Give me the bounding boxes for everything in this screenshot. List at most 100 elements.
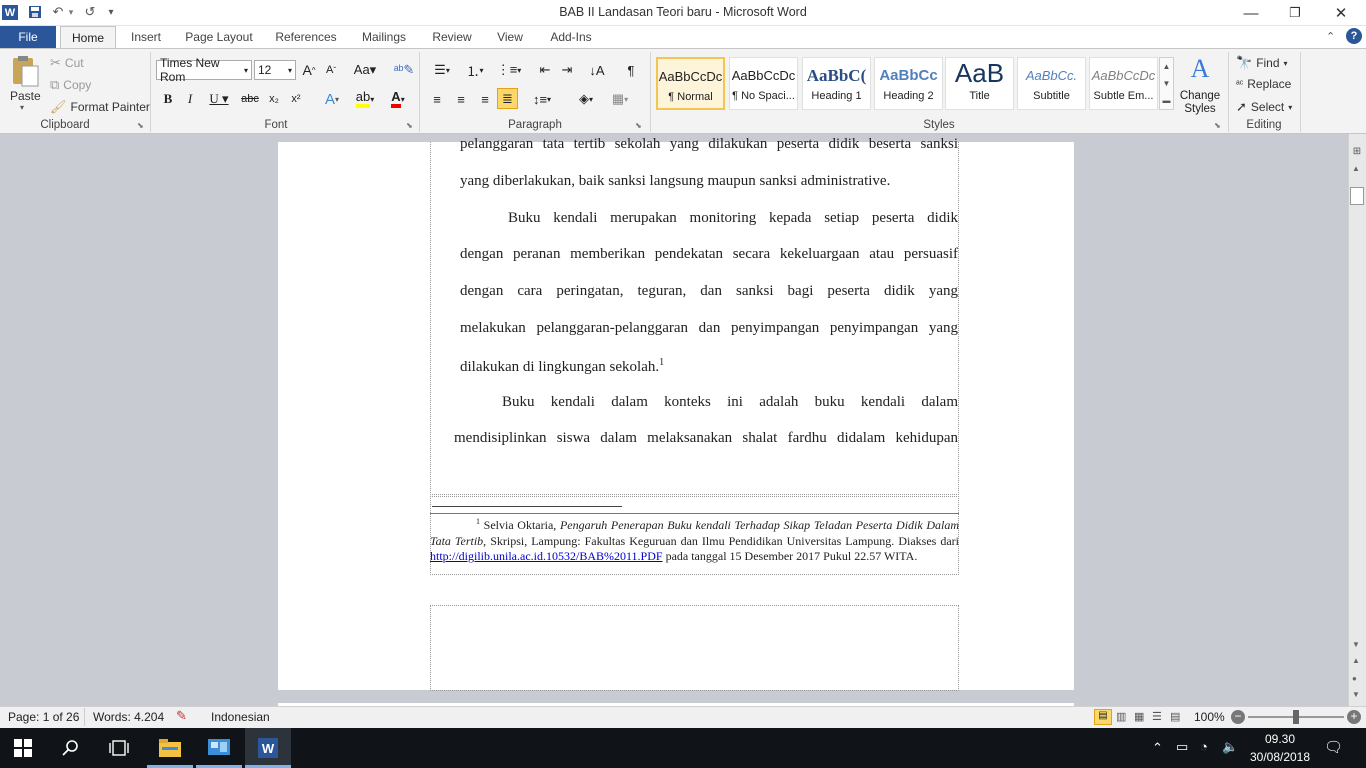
tab-mailings[interactable]: Mailings bbox=[352, 26, 416, 48]
select-button[interactable]: ➚ Select ▾ bbox=[1236, 99, 1292, 115]
shrink-font-icon[interactable]: Aˇ bbox=[322, 60, 340, 80]
tab-page-layout[interactable]: Page Layout bbox=[178, 26, 260, 48]
tab-insert[interactable]: Insert bbox=[122, 26, 170, 48]
decrease-indent-icon[interactable]: ⇤ bbox=[536, 60, 554, 80]
line-spacing-icon[interactable]: ↕≡ ▾ bbox=[528, 89, 556, 109]
zoom-out-icon[interactable]: − bbox=[1231, 710, 1245, 724]
style-subtle-emphasis[interactable]: AaBbCcDc Subtle Em... bbox=[1089, 57, 1158, 110]
borders-icon[interactable]: ▦ ▾ bbox=[606, 89, 634, 109]
show-hidden-icons-icon[interactable]: ⌃ bbox=[1152, 740, 1163, 756]
tab-file[interactable]: File bbox=[0, 26, 56, 48]
print-layout-icon[interactable]: ▤ bbox=[1094, 709, 1112, 725]
bullets-icon[interactable]: ☰ ▾ bbox=[428, 60, 456, 80]
full-screen-reading-icon[interactable]: ▥ bbox=[1116, 710, 1126, 723]
zoom-in-icon[interactable]: + bbox=[1347, 710, 1361, 724]
vertical-scrollbar[interactable] bbox=[1348, 134, 1366, 706]
tab-references[interactable]: References bbox=[268, 26, 344, 48]
styles-scroll-buttons[interactable]: ▲ ▼ ▬ bbox=[1159, 57, 1174, 110]
italic-button[interactable]: I bbox=[182, 89, 198, 109]
maximize-button[interactable]: ❐ bbox=[1272, 0, 1318, 26]
language-indicator[interactable]: Indonesian bbox=[211, 710, 270, 724]
help-icon[interactable]: ? bbox=[1346, 28, 1362, 44]
cut-button[interactable]: ✂ Cut bbox=[50, 55, 84, 71]
footnote-reference[interactable]: 1 bbox=[659, 357, 664, 368]
tab-view[interactable]: View bbox=[488, 26, 532, 48]
styles-launcher-icon[interactable]: ⬊ bbox=[1214, 121, 1221, 130]
font-name-select[interactable]: Times New Rom ▾ bbox=[156, 56, 252, 84]
body-text-line[interactable]: dengan peranan memberikan pendekatan sec… bbox=[460, 246, 958, 263]
scroll-down-icon[interactable]: ▼ bbox=[1352, 640, 1362, 649]
clock-time[interactable]: 09.30 bbox=[1250, 732, 1310, 746]
body-text-line[interactable]: mendisiplinkan siswa dalam melaksanakan … bbox=[454, 430, 958, 447]
underline-button[interactable]: U ▾ bbox=[206, 89, 232, 109]
ruler-toggle-icon[interactable]: ⊞ bbox=[1350, 146, 1364, 158]
outline-icon[interactable]: ☰ bbox=[1152, 710, 1162, 723]
strikethrough-button[interactable]: abc bbox=[240, 89, 260, 109]
notification-center-icon[interactable]: 🗨 bbox=[1324, 738, 1343, 756]
subscript-button[interactable]: x₂ bbox=[266, 89, 282, 109]
font-launcher-icon[interactable]: ⬊ bbox=[406, 121, 413, 130]
body-text-line-end[interactable]: dilakukan di lingkungan sekolah.1 bbox=[460, 357, 664, 376]
task-view-icon[interactable] bbox=[96, 728, 142, 768]
body-text-line[interactable]: yang diberlakukan, baik sanksi langsung … bbox=[460, 173, 958, 190]
search-icon[interactable] bbox=[48, 728, 94, 768]
start-button[interactable] bbox=[0, 728, 46, 768]
word-count[interactable]: Words: 4.204 bbox=[93, 710, 164, 724]
numbering-icon[interactable]: ⒈ ▾ bbox=[460, 60, 490, 80]
change-case-icon[interactable]: Aa▾ bbox=[352, 60, 378, 80]
zoom-slider-thumb[interactable] bbox=[1293, 710, 1299, 724]
highlight-color-button[interactable]: ab ▾ bbox=[350, 89, 380, 109]
body-text-line[interactable]: dengan cara peringatan, teguran, dan san… bbox=[460, 283, 958, 300]
ribbon-collapse-icon[interactable]: ⌃ bbox=[1326, 30, 1335, 43]
control-panel-icon[interactable] bbox=[196, 728, 242, 768]
paste-dropdown-icon[interactable]: ▾ bbox=[20, 103, 24, 112]
page-count[interactable]: Page: 1 of 26 bbox=[8, 710, 79, 724]
draft-icon[interactable]: ▤ bbox=[1170, 710, 1180, 723]
paragraph-launcher-icon[interactable]: ⬊ bbox=[635, 121, 642, 130]
wifi-icon[interactable]: ◔ bbox=[1200, 739, 1208, 754]
style-title[interactable]: AaB Title bbox=[945, 57, 1014, 110]
text-effects-icon[interactable]: A ▾ bbox=[320, 89, 344, 109]
bold-button[interactable]: B bbox=[160, 89, 176, 109]
tab-review[interactable]: Review bbox=[424, 26, 480, 48]
find-button[interactable]: 🔭 Find ▾ bbox=[1236, 55, 1288, 71]
style-subtitle[interactable]: AaBbCc. Subtitle bbox=[1017, 57, 1086, 110]
footnote-link[interactable]: http://digilib.unila.ac.id.10532/BAB%201… bbox=[430, 549, 663, 563]
previous-page-icon[interactable]: ▲ bbox=[1352, 656, 1362, 665]
sort-icon[interactable]: ↓A bbox=[588, 60, 606, 80]
format-painter-button[interactable]: 🖌 Format Painter bbox=[50, 99, 150, 115]
footnote-text[interactable]: 1 Selvia Oktaria, Pengaruh Penerapan Buk… bbox=[430, 514, 959, 565]
show-formatting-icon[interactable]: ¶ bbox=[622, 60, 640, 80]
word-taskbar-icon[interactable]: W bbox=[245, 728, 291, 768]
body-text-line[interactable]: pelanggaran tata tertib sekolah yang dil… bbox=[460, 136, 958, 153]
style-heading-2[interactable]: AaBbCc Heading 2 bbox=[874, 57, 943, 110]
clipboard-launcher-icon[interactable]: ⬊ bbox=[137, 121, 144, 130]
scrollbar-thumb[interactable] bbox=[1350, 187, 1364, 205]
tab-home[interactable]: Home bbox=[60, 26, 116, 48]
scroll-up-icon[interactable]: ▲ bbox=[1352, 164, 1362, 173]
paste-icon[interactable] bbox=[10, 54, 40, 88]
body-text-line[interactable]: Buku kendali dalam konteks ini adalah bu… bbox=[502, 394, 958, 411]
body-text-line[interactable]: Buku kendali merupakan monitoring kepada… bbox=[508, 210, 958, 227]
superscript-button[interactable]: x² bbox=[288, 89, 304, 109]
proofing-icon[interactable]: ✎ bbox=[176, 708, 187, 724]
clear-formatting-icon[interactable]: ᵃᵇ✎ bbox=[394, 60, 415, 80]
close-button[interactable]: ✕ bbox=[1318, 0, 1364, 26]
copy-button[interactable]: ⧉ Copy bbox=[50, 77, 91, 93]
next-page-icon[interactable]: ▼ bbox=[1352, 690, 1362, 699]
align-left-icon[interactable]: ≡ bbox=[428, 89, 446, 109]
grow-font-icon[interactable]: A ^ bbox=[300, 60, 318, 80]
browse-object-icon[interactable]: ● bbox=[1352, 674, 1362, 683]
multilevel-list-icon[interactable]: ⋮≡ ▾ bbox=[496, 60, 522, 80]
align-right-icon[interactable]: ≡ bbox=[476, 89, 494, 109]
paste-button[interactable]: Paste bbox=[10, 89, 41, 103]
replace-button[interactable]: ᵃᶜ Replace bbox=[1236, 77, 1291, 91]
web-layout-icon[interactable]: ▦ bbox=[1134, 710, 1144, 723]
style-heading-1[interactable]: AaBbC(Heading 1 bbox=[802, 57, 871, 110]
style-no-spacing[interactable]: AaBbCcDc ¶ No Spaci... bbox=[729, 57, 798, 110]
body-text-line[interactable]: melakukan pelanggaran-pelanggaran dan pe… bbox=[460, 320, 958, 337]
shading-icon[interactable]: ◈ ▾ bbox=[572, 89, 600, 109]
font-size-select[interactable]: 12 ▾ bbox=[254, 60, 296, 80]
change-styles-icon[interactable]: A bbox=[1182, 54, 1218, 86]
clock-date[interactable]: 30/08/2018 bbox=[1248, 750, 1312, 764]
